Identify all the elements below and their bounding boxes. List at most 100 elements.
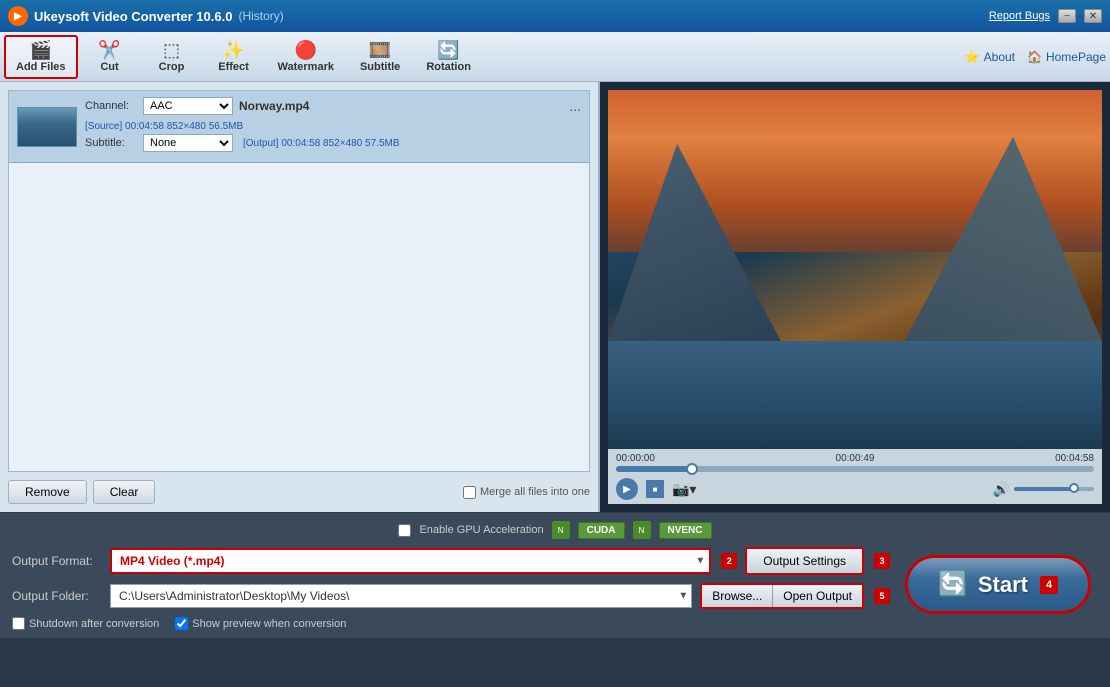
playback-row: ▶ ■ 📷▾ 🔊 [616, 478, 1094, 500]
cut-icon: ✂️ [98, 41, 120, 59]
folder-input[interactable] [110, 584, 692, 608]
options-row: Shutdown after conversion Show preview w… [12, 617, 890, 630]
remove-button[interactable]: Remove [8, 480, 87, 504]
progress-thumb [686, 463, 698, 475]
effect-label: Effect [218, 61, 249, 73]
folder-label: Output Folder: [12, 589, 102, 603]
preview-checkbox[interactable] [175, 617, 188, 630]
report-bugs-link[interactable]: Report Bugs [989, 10, 1050, 22]
effect-button[interactable]: ✨ Effect [204, 35, 264, 79]
rotation-label: Rotation [426, 61, 471, 73]
preview-panel: 00:00:00 00:00:49 00:04:58 ▶ ■ 📷▾ 🔊 [600, 82, 1110, 512]
watermark-icon: 🔴 [295, 41, 317, 59]
file-item: Channel: AAC Norway.mp4 ... [Source] 00:… [9, 91, 589, 163]
add-files-button[interactable]: 🎬 Add Files [4, 35, 78, 79]
channel-select[interactable]: AAC [143, 97, 233, 115]
stop-button[interactable]: ■ [646, 480, 664, 498]
progress-bar[interactable] [616, 466, 1094, 472]
title-bar: ▶ Ukeysoft Video Converter 10.6.0 (Histo… [0, 0, 1110, 32]
time-start: 00:00:00 [616, 453, 655, 464]
folder-num-badge: 5 [874, 588, 890, 604]
gpu-checkbox[interactable] [398, 524, 411, 537]
format-label: Output Format: [12, 554, 102, 568]
merge-label: Merge all files into one [480, 486, 590, 498]
volume-fill [1014, 487, 1074, 491]
preview-controls: 00:00:00 00:00:49 00:04:58 ▶ ■ 📷▾ 🔊 [608, 449, 1102, 504]
format-select-wrapper: MP4 Video (*.mp4) ▼ [110, 548, 711, 574]
title-bar-right: Report Bugs − ✕ [989, 9, 1102, 23]
toolbar: 🎬 Add Files ✂️ Cut ⬚ Crop ✨ Effect 🔴 Wat… [0, 32, 1110, 82]
time-row: 00:00:00 00:00:49 00:04:58 [616, 453, 1094, 464]
bottom-panel: Enable GPU Acceleration N CUDA N NVENC O… [0, 512, 1110, 638]
nvenc-badge: NVENC [659, 522, 712, 539]
format-select[interactable]: MP4 Video (*.mp4) [112, 550, 709, 572]
bottom-controls: Output Format: MP4 Video (*.mp4) ▼ 2 Out… [12, 547, 1098, 630]
rotation-button[interactable]: 🔄 Rotation [414, 35, 483, 79]
about-link[interactable]: ⭐ About [965, 50, 1015, 64]
subtitle-select[interactable]: None [143, 134, 233, 152]
subtitle-icon: 🎞️ [369, 41, 391, 59]
play-button[interactable]: ▶ [616, 478, 638, 500]
file-info: Channel: AAC Norway.mp4 ... [Source] 00:… [85, 97, 581, 156]
start-num-badge: 4 [1040, 576, 1058, 594]
cuda-badge: CUDA [578, 522, 625, 539]
playback-controls: ▶ ■ 📷▾ [616, 478, 696, 500]
crop-icon: ⬚ [163, 41, 180, 59]
time-mid: 00:00:49 [836, 453, 875, 464]
add-files-label: Add Files [16, 61, 66, 73]
file-panel: Channel: AAC Norway.mp4 ... [Source] 00:… [0, 82, 600, 512]
channel-label: Channel: [85, 100, 137, 112]
title-bar-left: ▶ Ukeysoft Video Converter 10.6.0 (Histo… [8, 6, 284, 26]
add-files-icon: 🎬 [30, 41, 52, 59]
watermark-button[interactable]: 🔴 Watermark [266, 35, 346, 79]
format-row: Output Format: MP4 Video (*.mp4) ▼ 2 Out… [12, 547, 890, 575]
volume-bar[interactable] [1014, 487, 1094, 491]
close-button[interactable]: ✕ [1084, 9, 1102, 23]
open-output-button[interactable]: Open Output [773, 585, 862, 607]
minimize-button[interactable]: − [1058, 9, 1076, 23]
screenshot-button[interactable]: 📷▾ [672, 481, 696, 498]
progress-fill [616, 466, 692, 472]
shutdown-label: Shutdown after conversion [29, 618, 159, 630]
output-info: [Output] 00:04:58 852×480 57.5MB [243, 136, 400, 151]
subtitle-row: Subtitle: None [Output] 00:04:58 852×480… [85, 134, 581, 152]
cut-button[interactable]: ✂️ Cut [80, 35, 140, 79]
water-layer [608, 341, 1102, 449]
channel-row: Channel: AAC Norway.mp4 ... [85, 97, 581, 115]
gpu-label: Enable GPU Acceleration [419, 524, 543, 536]
merge-checkbox[interactable] [463, 486, 476, 499]
format-num-badge: 2 [721, 553, 737, 569]
merge-checkbox-row: Merge all files into one [463, 486, 590, 499]
file-buttons: Remove Clear Merge all files into one [8, 472, 590, 504]
shutdown-checkbox[interactable] [12, 617, 25, 630]
start-button[interactable]: 🔄 Start 4 [905, 555, 1091, 614]
homepage-link[interactable]: 🏠 HomePage [1027, 50, 1106, 64]
start-label: Start [978, 572, 1028, 598]
preview-option: Show preview when conversion [175, 617, 346, 630]
volume-thumb [1069, 483, 1079, 493]
main-area: Channel: AAC Norway.mp4 ... [Source] 00:… [0, 82, 1110, 512]
thumbnail-image [18, 108, 76, 146]
clear-button[interactable]: Clear [93, 480, 156, 504]
effect-icon: ✨ [222, 41, 244, 59]
subtitle-label: Subtitle: [85, 137, 137, 149]
gpu-row: Enable GPU Acceleration N CUDA N NVENC [12, 521, 1098, 539]
preview-label: Show preview when conversion [192, 618, 346, 630]
subtitle-button[interactable]: 🎞️ Subtitle [348, 35, 412, 79]
file-list: Channel: AAC Norway.mp4 ... [Source] 00:… [8, 90, 590, 472]
file-thumbnail [17, 107, 77, 147]
cut-label: Cut [100, 61, 118, 73]
file-options-button[interactable]: ... [569, 98, 581, 114]
about-icon: ⭐ [965, 50, 980, 64]
browse-open-wrapper: Browse... Open Output [700, 583, 864, 609]
toolbar-right-links: ⭐ About 🏠 HomePage [965, 50, 1106, 64]
time-end: 00:04:58 [1055, 453, 1094, 464]
bottom-left: Output Format: MP4 Video (*.mp4) ▼ 2 Out… [12, 547, 890, 630]
volume-icon: 🔊 [993, 481, 1010, 498]
folder-row: Output Folder: ▼ Browse... Open Output 5 [12, 583, 890, 609]
browse-button[interactable]: Browse... [702, 585, 773, 607]
crop-button[interactable]: ⬚ Crop [142, 35, 202, 79]
output-settings-button[interactable]: Output Settings [745, 547, 864, 575]
start-icon: 🔄 [938, 570, 968, 599]
app-logo-icon: ▶ [8, 6, 28, 26]
